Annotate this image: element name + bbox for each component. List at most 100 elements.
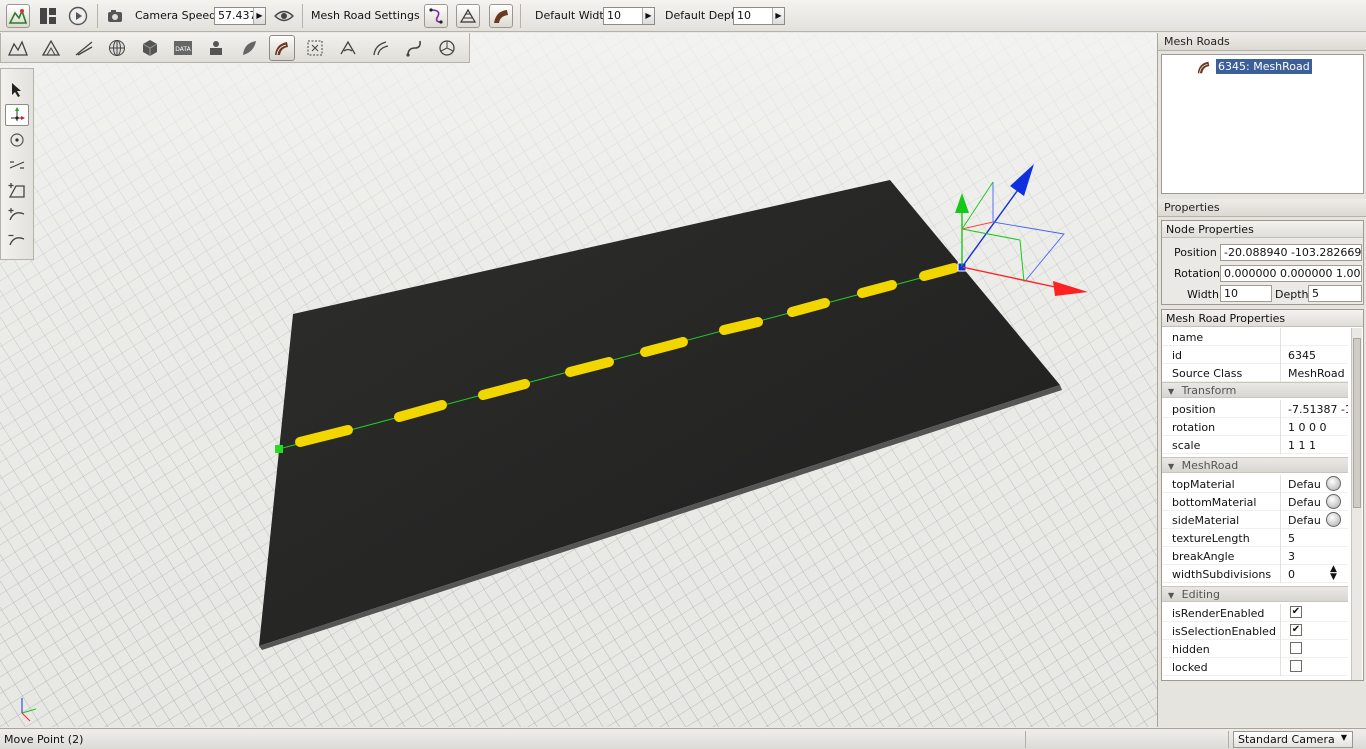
object-cube-icon bbox=[142, 40, 158, 56]
camera-icon bbox=[108, 10, 122, 22]
visibility-button[interactable] bbox=[272, 4, 296, 28]
locked-checkbox[interactable] bbox=[1290, 660, 1302, 672]
rotate-tool-button[interactable] bbox=[5, 129, 29, 151]
mesh-road-properties-section: Mesh Road Properties name id 6345 Source… bbox=[1161, 309, 1364, 681]
material-picker-icon[interactable] bbox=[1326, 494, 1341, 509]
spin-arrow-icon[interactable]: ▶ bbox=[642, 8, 654, 24]
prop-row-scale[interactable]: scale 1 1 1 bbox=[1162, 436, 1348, 454]
road-wireframe-toggle[interactable] bbox=[456, 4, 480, 28]
node-width-field[interactable]: 10 bbox=[1220, 285, 1272, 302]
world-editor-icon bbox=[8, 8, 28, 24]
stepper-arrows-icon[interactable]: ▲ ▼ bbox=[1330, 565, 1337, 582]
scrollbar-thumb[interactable] bbox=[1353, 338, 1361, 508]
world-globe-button[interactable] bbox=[104, 35, 130, 61]
transform-group-header[interactable]: ▼ Transform bbox=[1162, 382, 1348, 398]
node-position-field[interactable]: -20.088940 -103.282669 0.000000 bbox=[1220, 244, 1362, 261]
3d-viewport[interactable] bbox=[0, 33, 1157, 727]
chevron-down-icon: ▼ bbox=[1340, 733, 1347, 742]
remove-point-tool-button[interactable] bbox=[5, 229, 29, 251]
prop-row-bottom-material[interactable]: bottomMaterial Defau bbox=[1162, 493, 1348, 511]
path-editor-icon bbox=[406, 40, 421, 57]
render-enabled-checkbox[interactable]: ✔ bbox=[1290, 606, 1302, 618]
road-texture-icon bbox=[494, 10, 508, 23]
move-point-tool-button[interactable] bbox=[5, 104, 29, 126]
mesh-road-properties-title: Mesh Road Properties bbox=[1162, 310, 1363, 327]
prop-row-render-enabled: isRenderEnabled ✔ bbox=[1162, 604, 1348, 622]
status-divider bbox=[1228, 731, 1229, 748]
prop-row-texture-length[interactable]: textureLength 5 bbox=[1162, 529, 1348, 547]
scale-width-tool-button[interactable] bbox=[5, 154, 29, 176]
default-width-label: Default Width bbox=[535, 9, 611, 22]
hidden-checkbox[interactable] bbox=[1290, 642, 1302, 654]
material-picker-icon[interactable] bbox=[1326, 512, 1341, 527]
spin-arrow-icon[interactable]: ▶ bbox=[253, 8, 265, 24]
prop-row-break-angle[interactable]: breakAngle 3 bbox=[1162, 547, 1348, 565]
meshroad-group-header[interactable]: ▼ MeshRoad bbox=[1162, 457, 1348, 473]
prop-row-hidden: hidden bbox=[1162, 640, 1348, 658]
editing-group-header[interactable]: ▼ Editing bbox=[1162, 586, 1348, 602]
mesh-road-editor-icon bbox=[275, 42, 288, 56]
camera-mode-select[interactable]: Standard Camera ▼ bbox=[1233, 731, 1353, 748]
spin-arrow-icon[interactable]: ▶ bbox=[772, 8, 784, 24]
road-render-toggle[interactable] bbox=[489, 4, 513, 28]
prop-row-width-subdivisions[interactable]: widthSubdivisions 0 ▲ ▼ bbox=[1162, 565, 1348, 583]
toolbar-divider bbox=[302, 4, 303, 28]
prop-row-side-material[interactable]: sideMaterial Defau bbox=[1162, 511, 1348, 529]
mesh-roads-tree[interactable]: 6345: MeshRoad bbox=[1161, 54, 1364, 194]
editor-palette-bar: DATA bbox=[0, 33, 470, 63]
default-depth-value: 10 bbox=[737, 9, 751, 22]
terrain-sculpt-button[interactable] bbox=[71, 35, 97, 61]
decal-editor-button[interactable] bbox=[302, 35, 328, 61]
forest-editor-button[interactable] bbox=[236, 35, 262, 61]
road-editor-button[interactable] bbox=[368, 35, 394, 61]
path-editor-button[interactable] bbox=[401, 35, 427, 61]
prop-row-rotation[interactable]: rotation 1 0 0 0 bbox=[1162, 418, 1348, 436]
insert-point-tool-button[interactable] bbox=[5, 204, 29, 226]
add-road-tool-button[interactable] bbox=[5, 179, 29, 201]
play-game-button[interactable] bbox=[66, 4, 90, 28]
gui-editor-button[interactable] bbox=[36, 4, 60, 28]
default-depth-input[interactable]: 10 ▶ bbox=[733, 7, 785, 25]
river-editor-button[interactable] bbox=[335, 35, 361, 61]
road-tool-palette bbox=[0, 68, 34, 260]
toolbar-divider bbox=[520, 4, 521, 28]
select-tool-button[interactable] bbox=[5, 79, 29, 101]
particle-editor-button[interactable] bbox=[203, 35, 229, 61]
shape-editor-button[interactable] bbox=[434, 35, 460, 61]
object-button[interactable] bbox=[137, 35, 163, 61]
mesh-road-editor-button[interactable] bbox=[269, 35, 295, 61]
world-editor-button[interactable] bbox=[6, 4, 30, 28]
prop-row-locked: locked bbox=[1162, 658, 1348, 676]
node-depth-label: Depth bbox=[1275, 288, 1309, 301]
scene-render[interactable] bbox=[0, 33, 1157, 727]
camera-speed-input[interactable]: 57.437 ▶ bbox=[214, 7, 266, 25]
tree-item-label: 6345: MeshRoad bbox=[1216, 59, 1312, 74]
select-arrow-icon bbox=[12, 83, 21, 97]
prop-row-position[interactable]: position -7.51387 -12 bbox=[1162, 400, 1348, 418]
eye-icon bbox=[274, 10, 294, 22]
particle-editor-icon bbox=[210, 41, 222, 55]
datablock-button[interactable]: DATA bbox=[170, 35, 196, 61]
node-rotation-field[interactable]: 0.000000 0.000000 1.000000 bbox=[1220, 265, 1362, 282]
material-picker-icon[interactable] bbox=[1326, 476, 1341, 491]
properties-scrollbar[interactable] bbox=[1351, 328, 1362, 680]
road-node-start[interactable] bbox=[275, 445, 283, 453]
edge-normals-toggle[interactable] bbox=[424, 4, 448, 28]
mesh-road-icon bbox=[1197, 61, 1210, 74]
default-width-input[interactable]: 10 ▶ bbox=[603, 7, 655, 25]
selection-enabled-checkbox[interactable]: ✔ bbox=[1290, 624, 1302, 636]
decal-editor-icon bbox=[307, 40, 323, 56]
prop-row-name[interactable]: name bbox=[1162, 328, 1348, 346]
inspector-panel: Mesh Roads 6345: MeshRoad Properties Nod… bbox=[1157, 33, 1366, 727]
layout-panels-icon bbox=[40, 8, 56, 24]
node-depth-field[interactable]: 5 bbox=[1308, 285, 1362, 302]
forest-editor-icon bbox=[243, 41, 256, 55]
prop-row-top-material[interactable]: topMaterial Defau bbox=[1162, 475, 1348, 493]
terrain-editor-icon bbox=[8, 40, 28, 56]
camera-button[interactable] bbox=[104, 4, 128, 28]
terrain-painter-icon bbox=[41, 39, 61, 56]
terrain-editor-button[interactable] bbox=[5, 35, 31, 61]
status-bar: Move Point (2) Standard Camera ▼ bbox=[0, 728, 1366, 749]
node-width-label: Width bbox=[1187, 288, 1219, 301]
terrain-painter-button[interactable] bbox=[38, 35, 64, 61]
